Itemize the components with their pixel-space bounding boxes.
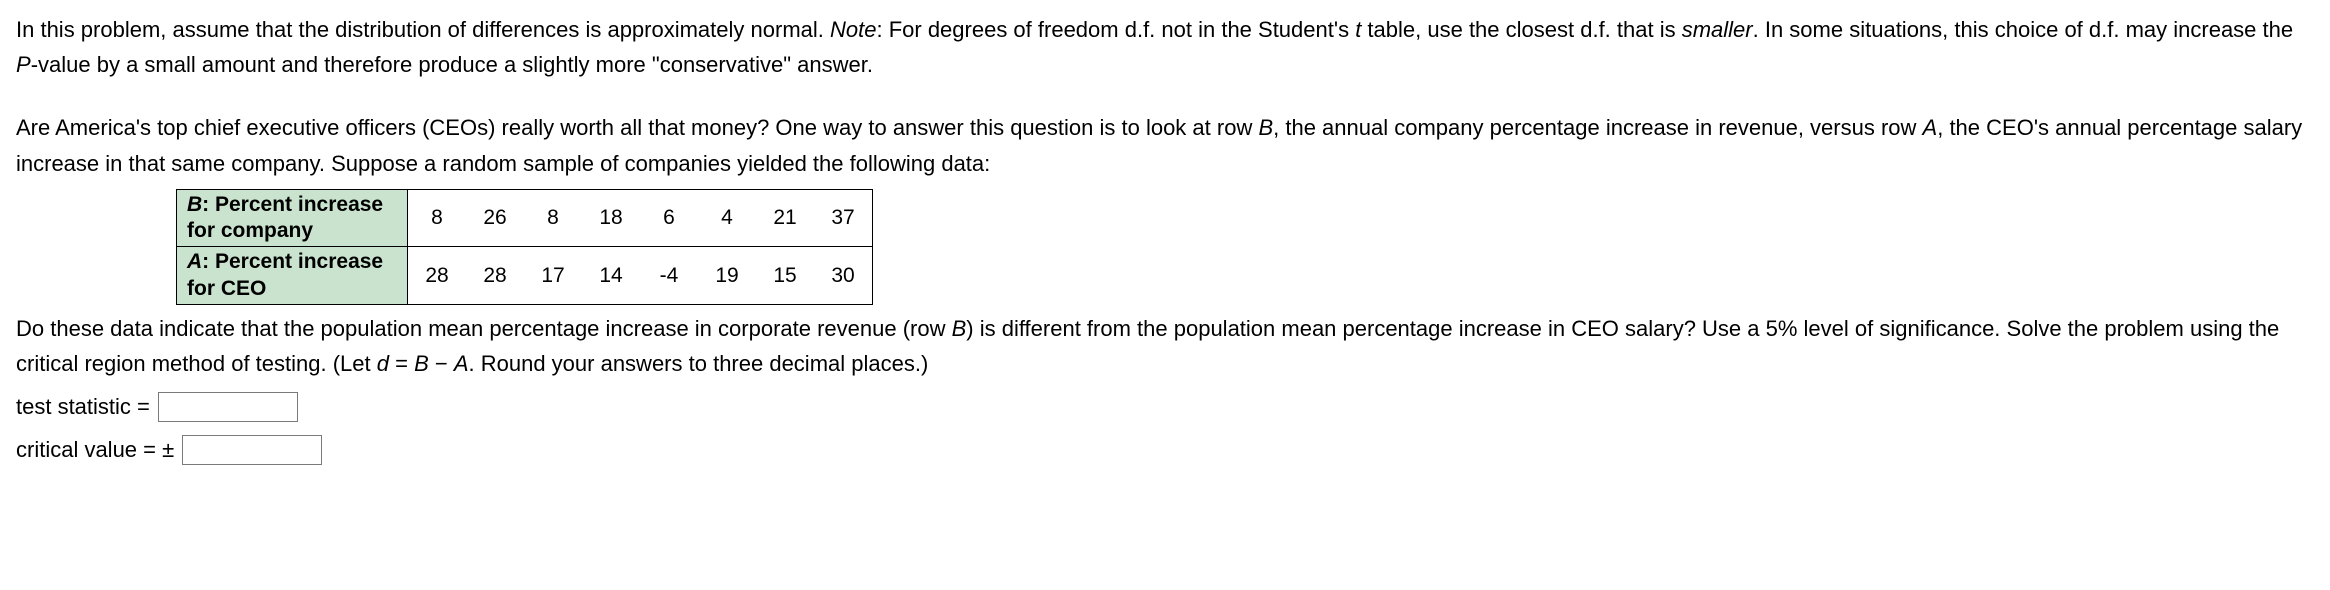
row-a-label-1: : Percent increase	[202, 250, 383, 273]
q-d-var: d	[377, 351, 389, 376]
data-table-wrap: B: Percent increase for company 8 26 8 1…	[176, 189, 2314, 305]
q-b-var-2: B	[414, 351, 429, 376]
context-text-2: , the annual company percentage increase…	[1273, 115, 1922, 140]
cell-b-2: 8	[524, 189, 582, 247]
cell-b-6: 21	[756, 189, 814, 247]
cell-a-0: 28	[408, 247, 467, 305]
q-a-var: A	[454, 351, 469, 376]
q-b-var: B	[952, 316, 967, 341]
note-label: Note	[830, 17, 876, 42]
row-a-var: A	[187, 250, 202, 273]
cell-b-1: 26	[466, 189, 524, 247]
intro-paragraph: In this problem, assume that the distrib…	[16, 12, 2314, 82]
row-b-var: B	[187, 193, 202, 216]
cell-a-3: 14	[582, 247, 640, 305]
critical-value-input[interactable]	[182, 435, 322, 465]
test-statistic-label: test statistic =	[16, 389, 150, 424]
smaller-word: smaller	[1682, 17, 1753, 42]
cell-a-5: 19	[698, 247, 756, 305]
test-statistic-row: test statistic =	[16, 389, 2314, 424]
question-paragraph: Do these data indicate that the populati…	[16, 311, 2314, 381]
cell-a-7: 30	[814, 247, 873, 305]
cell-b-0: 8	[408, 189, 467, 247]
critical-value-row: critical value = ±	[16, 432, 2314, 467]
cell-a-2: 17	[524, 247, 582, 305]
data-table: B: Percent increase for company 8 26 8 1…	[176, 189, 873, 305]
intro-text-4: . In some situations, this choice of d.f…	[1753, 17, 2293, 42]
b-variable: B	[1258, 115, 1273, 140]
q-minus: −	[429, 351, 454, 376]
cell-a-1: 28	[466, 247, 524, 305]
context-paragraph: Are America's top chief executive office…	[16, 110, 2314, 180]
p-variable: P	[16, 52, 31, 77]
test-statistic-input[interactable]	[158, 392, 298, 422]
question-text-3: . Round your answers to three decimal pl…	[469, 351, 929, 376]
row-b-label-1: : Percent increase	[202, 193, 383, 216]
cell-b-3: 18	[582, 189, 640, 247]
intro-text-2: : For degrees of freedom d.f. not in the…	[876, 17, 1355, 42]
row-a-label-2: for CEO	[187, 277, 266, 300]
intro-text-5: -value by a small amount and therefore p…	[31, 52, 873, 77]
row-b-label-2: for company	[187, 219, 313, 242]
question-text-1: Do these data indicate that the populati…	[16, 316, 952, 341]
cell-a-4: -4	[640, 247, 698, 305]
table-row-b: B: Percent increase for company 8 26 8 1…	[177, 189, 873, 247]
a-variable: A	[1923, 115, 1938, 140]
row-b-header: B: Percent increase for company	[177, 189, 408, 247]
cell-b-7: 37	[814, 189, 873, 247]
critical-value-label: critical value = ±	[16, 432, 174, 467]
cell-b-5: 4	[698, 189, 756, 247]
q-eq: =	[389, 351, 414, 376]
cell-a-6: 15	[756, 247, 814, 305]
context-text-1: Are America's top chief executive office…	[16, 115, 1258, 140]
intro-text-1: In this problem, assume that the distrib…	[16, 17, 830, 42]
table-row-a: A: Percent increase for CEO 28 28 17 14 …	[177, 247, 873, 305]
intro-text-3: table, use the closest d.f. that is	[1361, 17, 1681, 42]
row-a-header: A: Percent increase for CEO	[177, 247, 408, 305]
cell-b-4: 6	[640, 189, 698, 247]
